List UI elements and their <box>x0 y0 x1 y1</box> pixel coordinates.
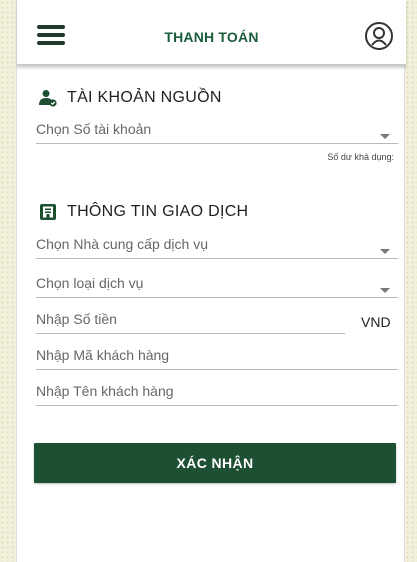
app-header: THANH TOÁN <box>17 0 406 66</box>
input-placeholder: Nhập Tên khách hàng <box>36 383 174 399</box>
service-type-select[interactable]: Chọn loại dịch vụ <box>36 272 398 298</box>
select-placeholder: Chọn Nhà cung cấp dịch vụ <box>36 236 208 252</box>
section-title: TÀI KHOẢN NGUỒN <box>67 89 222 106</box>
document-icon <box>40 204 56 220</box>
input-placeholder: Nhập Số tiền <box>36 311 117 327</box>
app-screen: THANH TOÁN TÀI KHOẢN NGUỒN Chọn Số tài k… <box>16 0 406 562</box>
input-placeholder: Nhập Mã khách hàng <box>36 347 170 363</box>
chevron-down-icon <box>380 249 390 254</box>
chevron-down-icon <box>380 288 390 293</box>
page-title: THANH TOÁN <box>164 29 259 45</box>
currency-unit-label: VND <box>361 314 391 330</box>
select-placeholder: Chọn Số tài khoản <box>36 121 152 137</box>
available-balance-label: Số dư khả dụng: <box>327 152 394 162</box>
customer-name-input[interactable]: Nhập Tên khách hàng <box>36 380 398 406</box>
chevron-down-icon <box>380 134 390 139</box>
customer-code-input[interactable]: Nhập Mã khách hàng <box>36 344 398 370</box>
section-title: THÔNG TIN GIAO DỊCH <box>67 203 249 220</box>
source-account-heading: TÀI KHOẢN NGUỒN <box>39 89 222 107</box>
select-placeholder: Chọn loại dịch vụ <box>36 275 144 291</box>
confirm-button[interactable]: XÁC NHẬN <box>34 443 396 483</box>
service-provider-select[interactable]: Chọn Nhà cung cấp dịch vụ <box>36 233 398 259</box>
user-avatar-icon[interactable] <box>364 21 394 51</box>
transaction-info-heading: THÔNG TIN GIAO DỊCH <box>39 203 248 221</box>
user-account-icon <box>39 90 57 107</box>
amount-input[interactable]: Nhập Số tiền <box>36 308 345 334</box>
account-number-select[interactable]: Chọn Số tài khoản <box>36 118 398 144</box>
